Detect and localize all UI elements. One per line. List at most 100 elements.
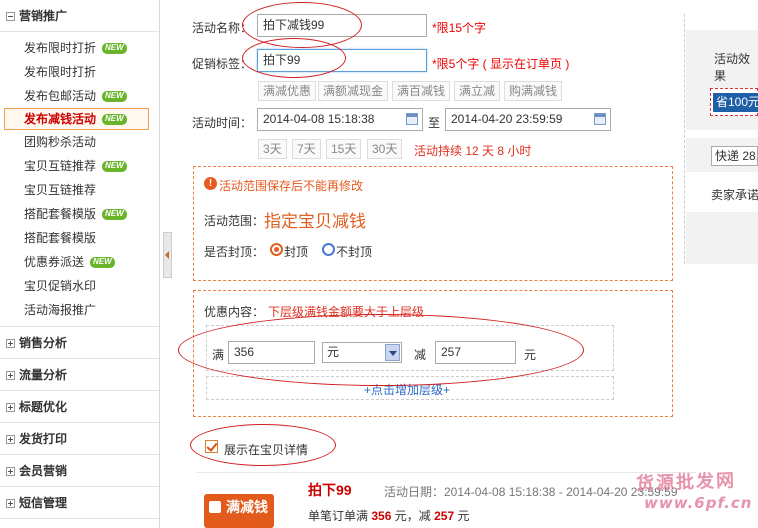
- sidebar-item-limited-discount[interactable]: 发布限时打折 NEW: [0, 36, 159, 60]
- show-detail-label[interactable]: 展示在宝贝详情: [224, 441, 308, 458]
- new-badge: NEW: [102, 114, 127, 125]
- sidebar-section-marketing[interactable]: 营销推广: [0, 0, 159, 32]
- sidebar-section-title: 营销推广: [19, 9, 68, 23]
- preview-rule: 单笔订单满 356 元，减 257 元: [308, 507, 469, 524]
- sidebar-section-sms[interactable]: 短信管理: [0, 487, 159, 519]
- activity-name-input[interactable]: 拍下减钱99: [257, 14, 427, 37]
- tag-chip[interactable]: 满百减钱: [392, 81, 451, 101]
- rule-suffix: 元: [457, 509, 470, 523]
- start-time-input[interactable]: 2014-04-08 15:18:38: [257, 108, 423, 131]
- sidebar-item-label: 优惠券派送: [24, 255, 85, 269]
- tag-chip[interactable]: 满减优惠: [258, 81, 317, 101]
- sidebar: 营销推广 发布限时打折 NEW 发布限时打折 发布包邮活动 NEW 发布减钱活动 NE…: [0, 0, 160, 528]
- sidebar-section-shipping[interactable]: 发货打印: [0, 423, 159, 455]
- duration-text: 活动持续 12 天 8 小时: [414, 144, 532, 158]
- unit-select[interactable]: 元: [322, 342, 402, 363]
- expand-icon[interactable]: [6, 371, 15, 380]
- duration-chip[interactable]: 3天: [258, 139, 287, 159]
- duration-chip[interactable]: 15天: [326, 139, 362, 159]
- scope-label: 活动范围：: [204, 214, 265, 228]
- collapse-icon[interactable]: [6, 12, 15, 21]
- tag-icon: [209, 501, 221, 513]
- sidebar-collapse-handle[interactable]: [163, 232, 172, 278]
- duration-chip[interactable]: 7天: [292, 139, 321, 159]
- rule-mid: 元，减: [394, 509, 431, 523]
- save-tag: 省100元: [713, 93, 758, 112]
- sidebar-section-title: 会员营销: [19, 464, 68, 478]
- full-amount-input[interactable]: 356: [228, 341, 315, 364]
- new-badge: NEW: [102, 161, 127, 172]
- show-detail-checkbox[interactable]: [205, 440, 218, 453]
- sidebar-item-label: 团购秒杀活动: [24, 135, 97, 149]
- sidebar-section-member[interactable]: 会员营销: [0, 455, 159, 487]
- calendar-icon[interactable]: [594, 113, 606, 125]
- sidebar-item-group-buy[interactable]: 团购秒杀活动: [0, 130, 159, 154]
- expand-icon[interactable]: [6, 467, 15, 476]
- sidebar-item-label: 活动海报推广: [24, 303, 97, 317]
- rule-prefix: 单笔订单满: [308, 509, 369, 523]
- offer-hint: 下层级满钱金额要大于上层级: [268, 305, 425, 319]
- rule-minus: 257: [434, 509, 455, 523]
- sidebar-item-poster[interactable]: 活动海报推广: [0, 298, 159, 322]
- cap-label: 是否封顶：: [204, 245, 265, 259]
- watermark-text: 货源批发网: [635, 470, 737, 495]
- expand-icon[interactable]: [6, 339, 15, 348]
- sidebar-item-watermark[interactable]: 宝贝促销水印: [0, 274, 159, 298]
- sidebar-section-traffic[interactable]: 流量分析: [0, 359, 159, 391]
- sidebar-item-limited-discount-2[interactable]: 发布限时打折: [0, 60, 159, 84]
- cap-no-label[interactable]: 不封顶: [336, 243, 372, 260]
- cap-no-radio[interactable]: [322, 243, 335, 256]
- sidebar-item-cross-link-2[interactable]: 宝贝互链推荐: [0, 178, 159, 202]
- sidebar-section-title-opt[interactable]: 标题优化: [0, 391, 159, 423]
- sidebar-item-money-off[interactable]: 发布减钱活动 NEW: [4, 108, 149, 130]
- sidebar-item-free-shipping[interactable]: 发布包邮活动 NEW: [0, 84, 159, 108]
- shipping-field[interactable]: 快递 28.: [711, 146, 758, 166]
- expand-icon[interactable]: [6, 435, 15, 444]
- sidebar-item-label: 宝贝促销水印: [24, 279, 97, 293]
- tag-chip[interactable]: 满额减现金: [318, 81, 389, 101]
- sidebar-item-coupon[interactable]: 优惠券派送 NEW: [0, 250, 159, 274]
- cap-yes-label[interactable]: 封顶: [284, 243, 308, 260]
- unit-label: 元: [524, 348, 537, 362]
- sidebar-section-title: 短信管理: [19, 496, 68, 510]
- new-badge: NEW: [102, 43, 127, 54]
- scope-value: 指定宝贝减钱: [264, 212, 366, 231]
- tag-chip[interactable]: 购满减钱: [504, 81, 563, 101]
- expand-icon[interactable]: [6, 403, 15, 412]
- effect-label: 活动效果: [714, 52, 751, 83]
- sidebar-item-bundle-template[interactable]: 搭配套餐模版 NEW: [0, 202, 159, 226]
- calendar-icon[interactable]: [406, 113, 418, 125]
- scope-warning: 活动范围保存后不能再修改: [219, 179, 364, 193]
- sidebar-section-title: 销售分析: [19, 336, 68, 350]
- sidebar-section-sales[interactable]: 销售分析: [0, 327, 159, 359]
- add-level-link[interactable]: +点击增加层级+: [364, 381, 450, 398]
- sidebar-item-label: 发布包邮活动: [24, 89, 97, 103]
- sidebar-item-label: 发布限时打折: [24, 65, 97, 79]
- warning-icon: !: [204, 177, 217, 190]
- rule-full: 356: [371, 509, 392, 523]
- sidebar-item-bundle-template-2[interactable]: 搭配套餐模版: [0, 226, 159, 250]
- preview-badge-label: 满减钱: [226, 499, 268, 515]
- right-panel-bottom: [686, 212, 758, 264]
- full-label: 满: [212, 348, 225, 362]
- marketing-menu: 发布限时打折 NEW 发布限时打折 发布包邮活动 NEW 发布减钱活动 NEW 团购秒…: [0, 32, 159, 327]
- sidebar-item-cross-link[interactable]: 宝贝互链推荐 NEW: [0, 154, 159, 178]
- right-divider: [684, 14, 685, 264]
- new-badge: NEW: [102, 91, 127, 102]
- time-label: 活动时间：: [192, 116, 253, 130]
- tag-chip[interactable]: 满立减: [454, 81, 501, 101]
- sidebar-item-label: 搭配套餐模版: [24, 231, 97, 245]
- unit-select-value: 元: [327, 345, 340, 359]
- sidebar-section-title: 发货打印: [19, 432, 68, 446]
- end-time-input[interactable]: 2014-04-20 23:59:59: [445, 108, 611, 131]
- promo-tag-input[interactable]: 拍下99: [257, 49, 427, 72]
- expand-icon[interactable]: [6, 499, 15, 508]
- seller-promise: 卖家承诺以: [711, 188, 758, 202]
- duration-chip[interactable]: 30天: [367, 139, 403, 159]
- cap-yes-radio[interactable]: [270, 243, 283, 256]
- sidebar-item-label: 搭配套餐模版: [24, 207, 97, 221]
- name-label: 活动名称：: [192, 21, 253, 35]
- chevron-down-icon[interactable]: [385, 344, 400, 361]
- minus-amount-input[interactable]: 257: [435, 341, 516, 364]
- sidebar-item-label: 宝贝互链推荐: [24, 159, 97, 173]
